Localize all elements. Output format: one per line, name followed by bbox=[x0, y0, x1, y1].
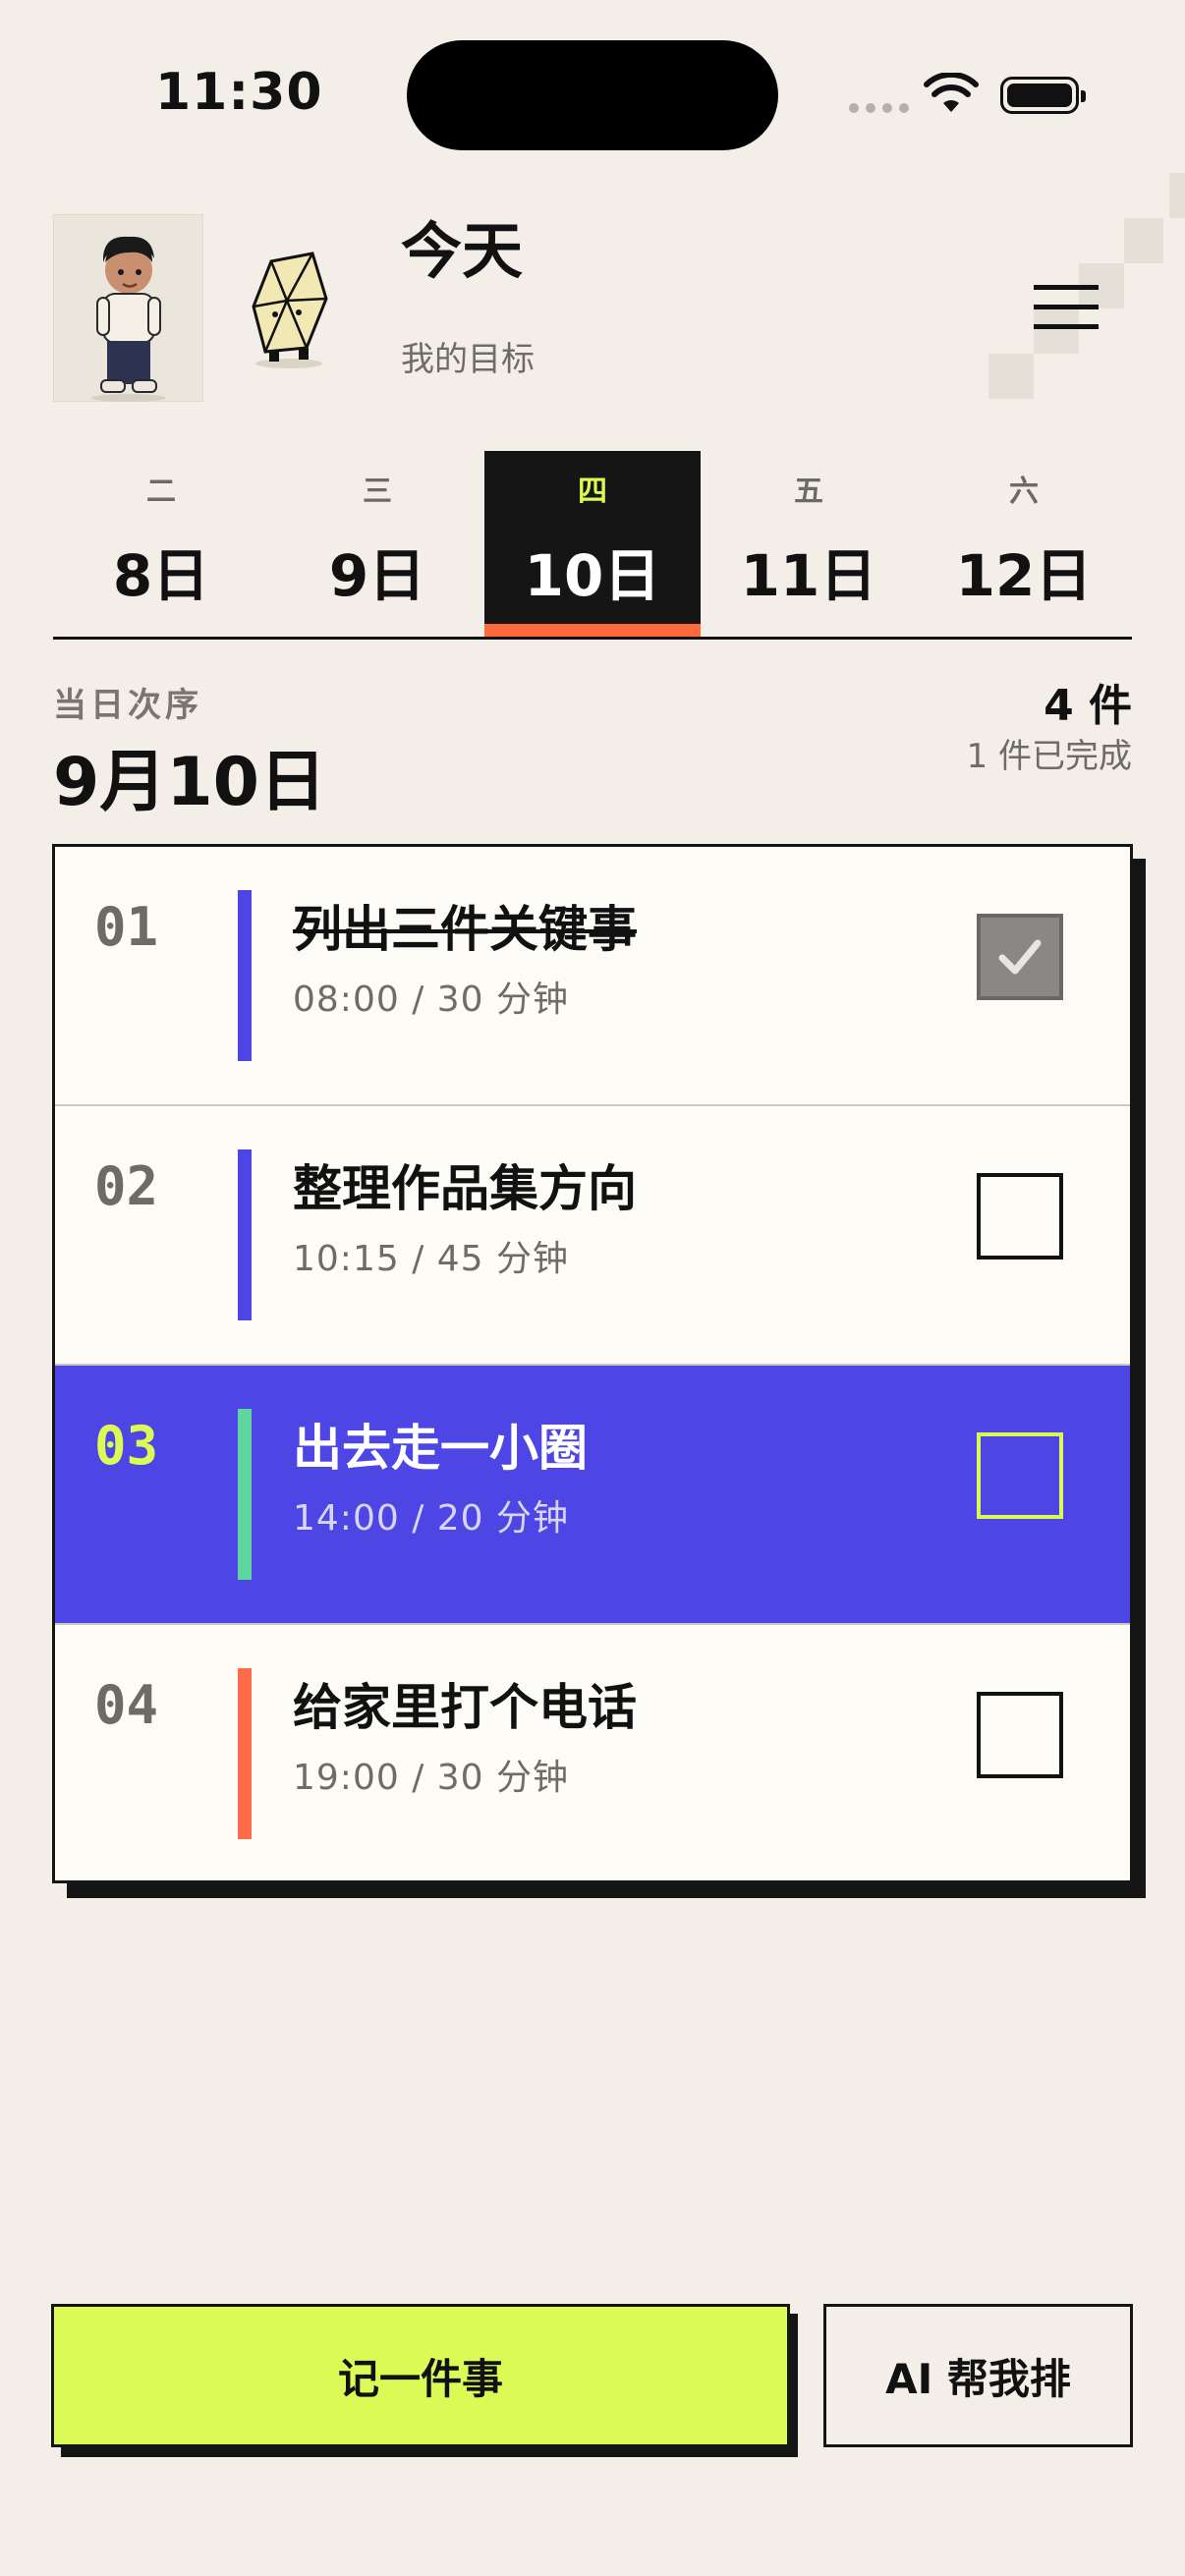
add-task-button[interactable]: 记一件事 bbox=[51, 2304, 790, 2447]
section-date: 9月10日 bbox=[53, 744, 326, 821]
menu-button[interactable] bbox=[1034, 281, 1099, 334]
dynamic-island bbox=[407, 40, 778, 150]
task-number: 01 bbox=[94, 896, 159, 958]
decor-pixel bbox=[988, 354, 1034, 399]
cellular-signal-icon bbox=[849, 103, 909, 113]
task-row[interactable]: 01 列出三件关键事 08:00 / 30 分钟 bbox=[55, 847, 1130, 1106]
done-count: 1 件已完成 bbox=[966, 737, 1132, 776]
day-date: 12日 bbox=[955, 542, 1093, 609]
task-number: 04 bbox=[94, 1674, 159, 1736]
decor-pixel bbox=[1169, 173, 1185, 218]
task-title: 给家里打个电话 bbox=[293, 1679, 637, 1736]
day-weekday: 五 bbox=[794, 475, 823, 509]
day-date: 9日 bbox=[328, 542, 426, 609]
task-row[interactable]: 04 给家里打个电话 19:00 / 30 分钟 bbox=[55, 1625, 1130, 1884]
day-tab[interactable]: 二 8日 bbox=[53, 451, 269, 638]
day-weekday: 二 bbox=[146, 475, 176, 509]
day-weekday: 四 bbox=[578, 475, 607, 509]
day-weekday: 六 bbox=[1009, 475, 1039, 509]
task-title: 出去走一小圈 bbox=[293, 1420, 588, 1477]
mascot-icon bbox=[242, 250, 340, 377]
task-list: 01 列出三件关键事 08:00 / 30 分钟 02 整理作品集方向 10:1… bbox=[52, 844, 1133, 1883]
day-tabs: 二 8日 三 9日 四 10日 五 11日 六 12日 bbox=[53, 451, 1132, 638]
day-tab-active[interactable]: 四 10日 bbox=[484, 451, 701, 638]
decor-pixel bbox=[1124, 218, 1163, 263]
day-tab[interactable]: 三 9日 bbox=[269, 451, 485, 638]
task-checkbox[interactable] bbox=[977, 914, 1063, 1000]
task-checkbox[interactable] bbox=[977, 1692, 1063, 1778]
page-subtitle: 我的目标 bbox=[401, 340, 535, 379]
divider bbox=[53, 637, 1132, 640]
ai-schedule-button[interactable]: AI 帮我排 bbox=[823, 2304, 1133, 2447]
task-checkbox[interactable] bbox=[977, 1173, 1063, 1260]
task-meta: 10:15 / 45 分钟 bbox=[293, 1239, 570, 1279]
menu-icon bbox=[1034, 305, 1099, 309]
task-row[interactable]: 02 整理作品集方向 10:15 / 45 分钟 bbox=[55, 1106, 1130, 1366]
section-label: 当日次序 bbox=[53, 686, 202, 725]
page-title: 今天 bbox=[401, 215, 524, 287]
task-number: 03 bbox=[94, 1415, 159, 1477]
task-color-bar bbox=[238, 1149, 252, 1320]
day-date: 8日 bbox=[112, 542, 210, 609]
task-color-bar bbox=[238, 1409, 252, 1580]
menu-icon bbox=[1034, 285, 1099, 290]
task-number: 02 bbox=[94, 1155, 159, 1217]
day-tab[interactable]: 六 12日 bbox=[916, 451, 1132, 638]
battery-icon bbox=[1000, 77, 1086, 114]
day-date: 10日 bbox=[524, 542, 661, 609]
task-color-bar bbox=[238, 890, 252, 1061]
task-title: 列出三件关键事 bbox=[293, 901, 637, 958]
status-time: 11:30 bbox=[155, 63, 323, 122]
day-weekday: 三 bbox=[363, 475, 392, 509]
task-meta: 14:00 / 20 分钟 bbox=[293, 1498, 570, 1539]
day-date: 11日 bbox=[740, 542, 877, 609]
task-color-bar bbox=[238, 1668, 252, 1839]
day-tab[interactable]: 五 11日 bbox=[701, 451, 917, 638]
task-row-highlighted[interactable]: 03 出去走一小圈 14:00 / 20 分钟 bbox=[55, 1366, 1130, 1625]
task-title: 整理作品集方向 bbox=[293, 1160, 637, 1217]
check-icon bbox=[998, 939, 1042, 975]
task-checkbox[interactable] bbox=[977, 1432, 1063, 1519]
menu-icon bbox=[1034, 324, 1099, 329]
task-count: 4 件 bbox=[1044, 681, 1132, 731]
avatar[interactable] bbox=[53, 214, 203, 402]
task-meta: 19:00 / 30 分钟 bbox=[293, 1758, 570, 1798]
task-meta: 08:00 / 30 分钟 bbox=[293, 980, 570, 1020]
wifi-icon bbox=[924, 73, 979, 112]
